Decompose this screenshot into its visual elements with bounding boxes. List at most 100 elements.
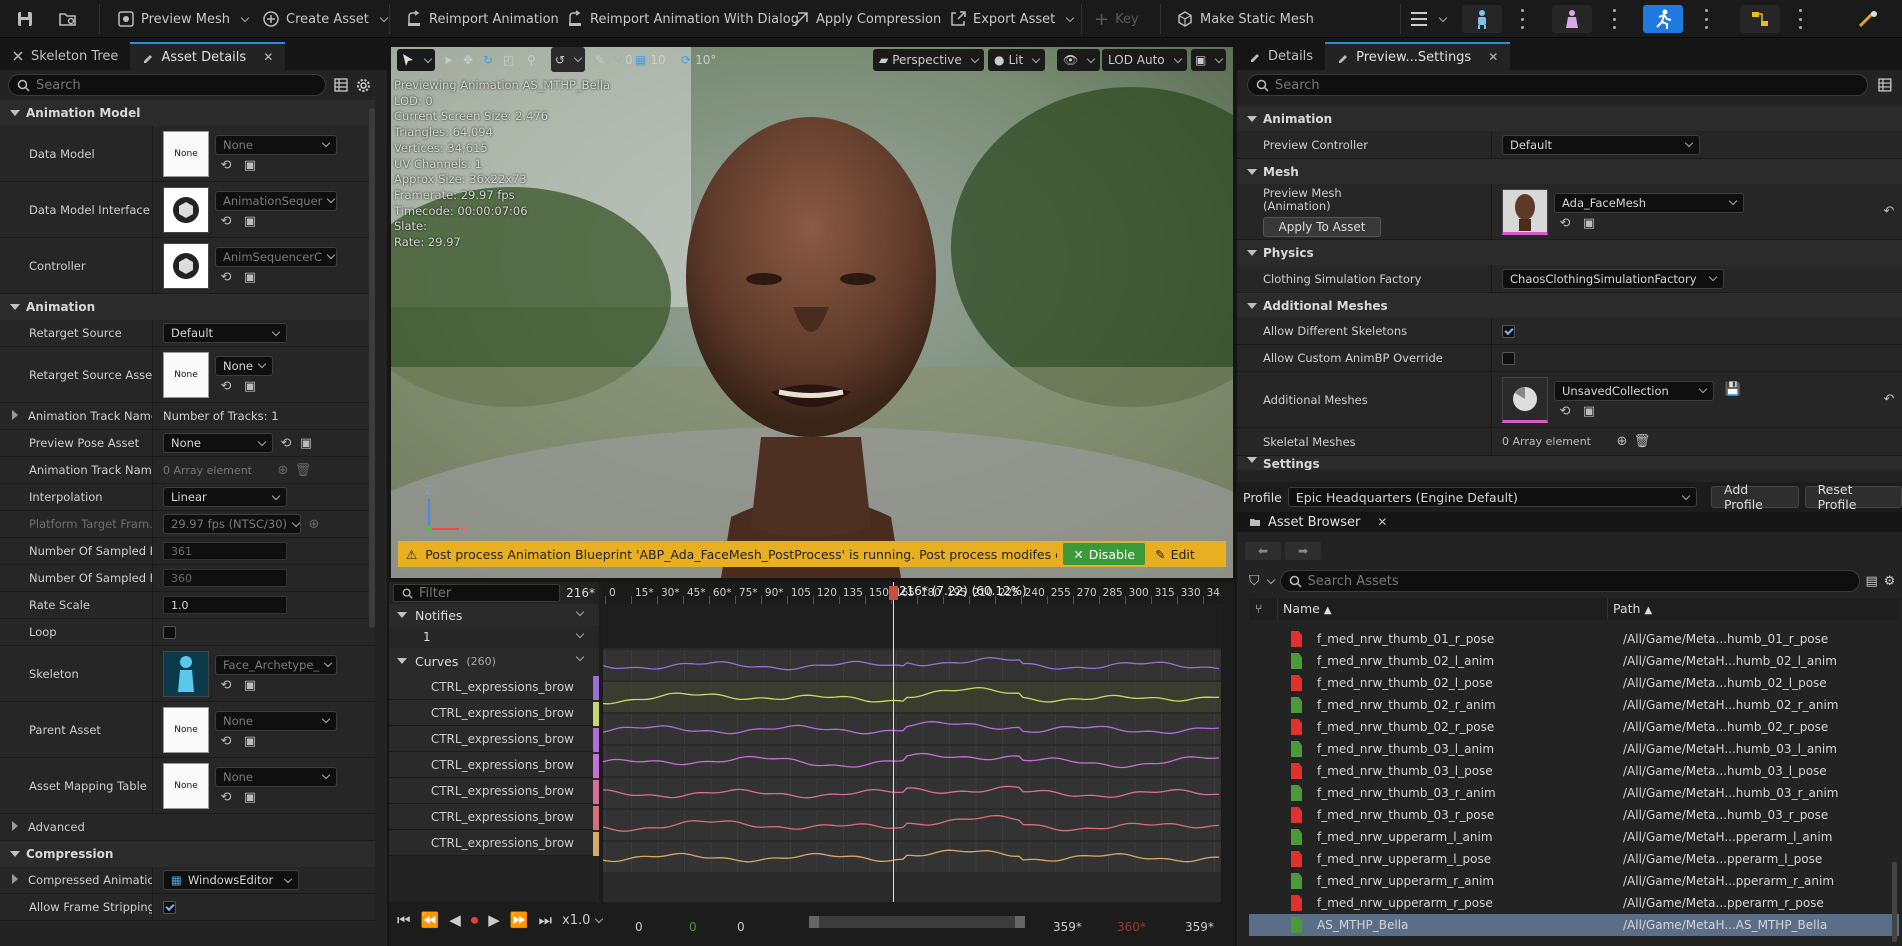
browse-folder-icon[interactable]: ▣ bbox=[1582, 216, 1596, 231]
use-selected-icon[interactable]: ⟲ bbox=[219, 379, 233, 394]
section-animation[interactable]: Animation bbox=[1237, 106, 1902, 131]
use-selected-icon[interactable]: ⟲ bbox=[1558, 404, 1572, 419]
rotation-snap[interactable]: ⟳ 10° bbox=[681, 47, 716, 72]
save-button[interactable] bbox=[16, 7, 34, 31]
add-element-icon[interactable]: ⊕ bbox=[276, 463, 290, 478]
use-selected-icon[interactable]: ⟲ bbox=[219, 678, 233, 693]
use-selected-icon[interactable]: ⟲ bbox=[1558, 216, 1572, 231]
forward-button[interactable]: ➡ bbox=[1285, 542, 1321, 560]
profile-combo[interactable]: Epic Headquarters (Engine Default) bbox=[1287, 487, 1697, 507]
use-selected-icon[interactable]: ⟲ bbox=[279, 436, 293, 451]
skeleton-combo[interactable]: Face_Archetype_ bbox=[215, 654, 337, 675]
select-tool[interactable]: ➤ bbox=[443, 47, 453, 72]
asset-row[interactable]: f_med_nrw_upperarm_r_anim/All/Game/MetaH… bbox=[1249, 870, 1899, 892]
use-selected-icon[interactable]: ⟲ bbox=[219, 790, 233, 805]
playhead-handle[interactable] bbox=[889, 586, 898, 600]
preview-mesh-button[interactable]: Preview Mesh bbox=[117, 7, 250, 31]
browse-button[interactable] bbox=[58, 7, 78, 31]
trash-icon[interactable]: 🗑 bbox=[1634, 434, 1651, 449]
asset-thumbnail[interactable]: None bbox=[163, 706, 209, 753]
select-mode-button[interactable] bbox=[397, 49, 435, 71]
notify-area[interactable] bbox=[603, 604, 1221, 648]
browse-folder-icon[interactable]: ▣ bbox=[243, 734, 257, 749]
tab-skeleton-tree[interactable]: Skeleton Tree bbox=[0, 42, 130, 70]
left-scrollbar[interactable] bbox=[369, 108, 375, 628]
table-view-icon[interactable] bbox=[334, 78, 348, 92]
rate-scale-field[interactable]: 1.0 bbox=[163, 596, 287, 614]
allow-different-skeletons-checkbox[interactable] bbox=[1502, 324, 1515, 338]
asset-search-input[interactable]: Search Assets bbox=[1279, 570, 1860, 592]
section-animation[interactable]: Animation bbox=[0, 294, 375, 320]
reset-to-default-icon[interactable]: ↶ bbox=[1882, 204, 1896, 219]
use-selected-icon[interactable]: ⟲ bbox=[219, 214, 233, 229]
chevron-down-icon[interactable] bbox=[575, 629, 585, 639]
asset-row[interactable]: f_med_nrw_thumb_03_r_pose/All/Game/Meta.… bbox=[1249, 804, 1899, 826]
reset-to-default-icon[interactable]: ↶ bbox=[1882, 392, 1896, 407]
browse-folder-icon[interactable]: ▣ bbox=[299, 436, 313, 451]
range-end-view[interactable]: 359* bbox=[1185, 920, 1214, 934]
animation-mode-options[interactable] bbox=[1704, 9, 1708, 29]
sampled-frames-field[interactable]: 360 bbox=[163, 569, 287, 587]
asset-thumbnail[interactable]: None bbox=[163, 130, 209, 177]
asset-thumbnail[interactable] bbox=[163, 242, 209, 289]
animation-mode-button[interactable] bbox=[1643, 5, 1683, 33]
asset-thumbnail[interactable]: None bbox=[163, 351, 209, 398]
allow-custom-animbp-checkbox[interactable] bbox=[1502, 351, 1515, 365]
curve-track[interactable]: CTRL_expressions_brow bbox=[389, 726, 599, 752]
use-selected-icon[interactable]: ⟲ bbox=[219, 734, 233, 749]
curve-track[interactable]: CTRL_expressions_brow bbox=[389, 804, 599, 830]
preview-settings-search-input[interactable]: Search bbox=[1247, 74, 1869, 96]
compressed-animation-combo[interactable]: ▦ WindowsEditor bbox=[163, 870, 299, 890]
asset-row[interactable]: AS_MTHP_Bella/All/Game/MetaH...AS_MTHP_B… bbox=[1249, 914, 1899, 936]
asset-row[interactable]: f_med_nrw_thumb_02_l_pose/All/Game/Meta.… bbox=[1249, 672, 1899, 694]
range-start-view[interactable]: 0 bbox=[737, 920, 745, 934]
curve-graph[interactable] bbox=[603, 648, 1221, 902]
notifies-track[interactable]: Notifies bbox=[389, 604, 599, 626]
section-advanced[interactable]: Advanced bbox=[0, 814, 375, 841]
parent-asset-combo[interactable]: None bbox=[215, 710, 337, 731]
asset-row[interactable]: f_med_nrw_thumb_03_l_anim/All/Game/MetaH… bbox=[1249, 738, 1899, 760]
preview-mesh-combo[interactable]: Ada_FaceMesh bbox=[1554, 192, 1744, 213]
play-icon[interactable]: ▶ bbox=[488, 911, 500, 929]
reimport-with-dialog-button[interactable]: Reimport Animation With Dialog bbox=[566, 7, 799, 31]
section-animation-model[interactable]: Animation Model bbox=[0, 100, 375, 126]
preview-controller-combo[interactable]: Default bbox=[1502, 134, 1700, 155]
play-reverse-icon[interactable]: ◀ bbox=[449, 911, 461, 929]
viewport-layout-button[interactable]: ▣ bbox=[1191, 49, 1227, 71]
column-name[interactable]: Name ▲ bbox=[1283, 601, 1332, 616]
coordinate-space[interactable]: ⚲ bbox=[527, 47, 536, 72]
asset-list-scrollbar[interactable] bbox=[1892, 862, 1897, 942]
section-compression[interactable]: Compression bbox=[0, 841, 375, 867]
section-mesh[interactable]: Mesh bbox=[1237, 159, 1902, 184]
add-element-icon[interactable]: ⊕ bbox=[1615, 434, 1629, 449]
asset-thumbnail[interactable] bbox=[163, 186, 209, 233]
asset-row[interactable]: f_med_nrw_thumb_02_l_anim/All/Game/MetaH… bbox=[1249, 650, 1899, 672]
curve-track[interactable]: CTRL_expressions_brow bbox=[389, 830, 599, 856]
physics-mode-button[interactable] bbox=[1848, 5, 1888, 33]
chevron-down-icon[interactable] bbox=[575, 607, 585, 617]
tab-preview-settings[interactable]: Preview...Settings ✕ bbox=[1325, 42, 1511, 70]
close-icon[interactable]: ✕ bbox=[1488, 50, 1498, 64]
tab-asset-browser[interactable]: Asset Browser ✕ bbox=[1237, 512, 1399, 532]
create-asset-button[interactable]: Create Asset bbox=[262, 7, 389, 31]
browse-folder-icon[interactable]: ▣ bbox=[243, 214, 257, 229]
clothing-factory-combo[interactable]: ChaosClothingSimulationFactory bbox=[1502, 268, 1724, 289]
add-element-icon[interactable]: ⊕ bbox=[307, 517, 321, 532]
reimport-animation-button[interactable]: Reimport Animation bbox=[405, 7, 559, 31]
step-back-icon[interactable]: ⏪ bbox=[421, 911, 440, 929]
browse-folder-icon[interactable]: ▣ bbox=[243, 790, 257, 805]
section-additional-meshes[interactable]: Additional Meshes bbox=[1237, 293, 1902, 318]
retarget-source-combo[interactable]: Default bbox=[163, 323, 287, 343]
tab-asset-details[interactable]: Asset Details ✕ bbox=[130, 42, 286, 70]
disable-button[interactable]: ✕ Disable bbox=[1063, 543, 1146, 565]
perspective-button[interactable]: ▰ Perspective bbox=[873, 49, 984, 71]
make-static-mesh-button[interactable]: Make Static Mesh bbox=[1176, 7, 1314, 31]
chevron-down-icon[interactable] bbox=[575, 652, 585, 662]
trash-icon[interactable]: 🗑 bbox=[295, 463, 312, 478]
save-collection-icon[interactable]: 💾 bbox=[1725, 382, 1741, 397]
asset-row[interactable]: f_med_nrw_thumb_01_r_pose/All/Game/Meta.… bbox=[1249, 628, 1899, 650]
range-scrollbar[interactable] bbox=[809, 916, 1025, 928]
apply-to-asset-button[interactable]: Apply To Asset bbox=[1263, 216, 1381, 237]
range-start[interactable]: 0 bbox=[635, 920, 643, 934]
preview-mesh-thumbnail[interactable] bbox=[1502, 188, 1548, 235]
